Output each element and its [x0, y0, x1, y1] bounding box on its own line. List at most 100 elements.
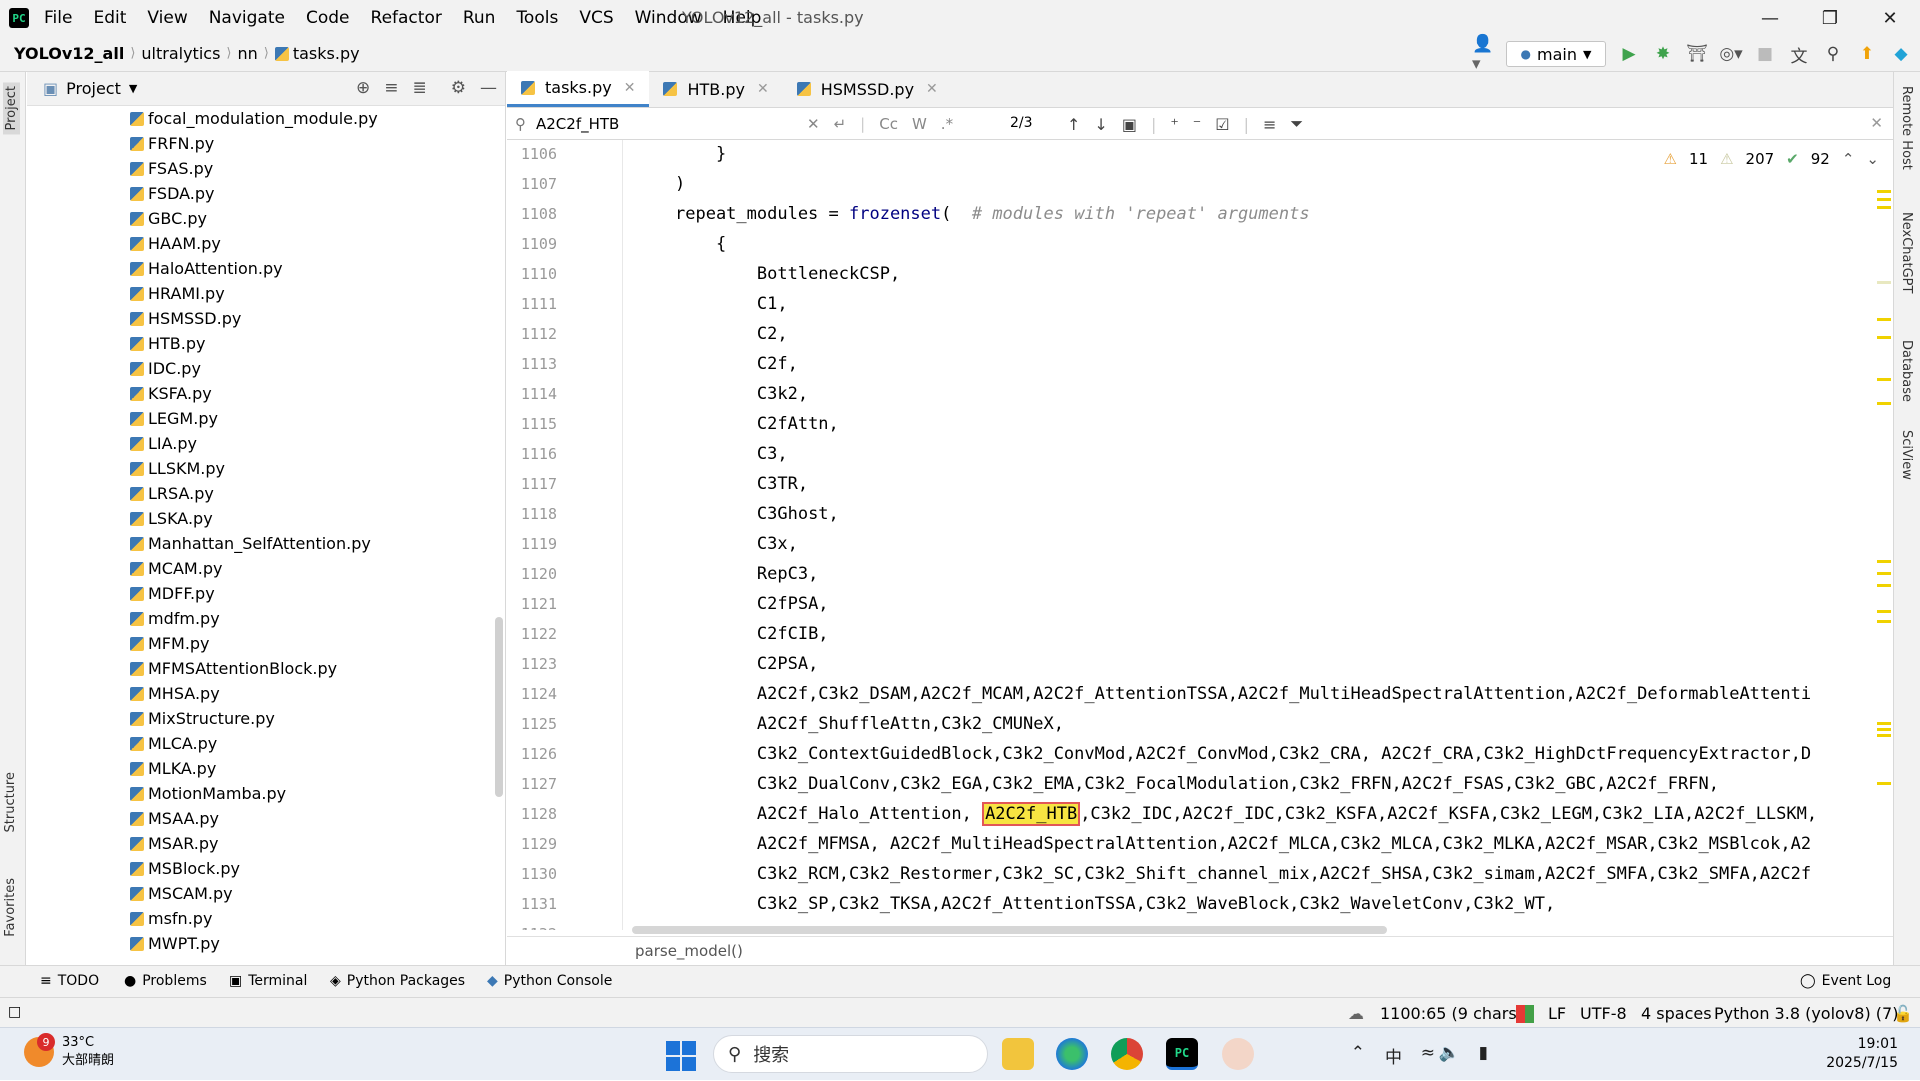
line-separator[interactable]: LF	[1548, 1004, 1566, 1023]
user-icon[interactable]: 👤▾	[1472, 34, 1494, 74]
file-item[interactable]: FSAS.py	[27, 156, 497, 181]
file-item[interactable]: MSAA.py	[27, 806, 497, 831]
tab-htb[interactable]: HTB.py ✕	[649, 71, 782, 107]
python-packages-tool-button[interactable]: ◈ Python Packages	[330, 973, 465, 989]
find-input[interactable]	[536, 115, 776, 133]
file-item[interactable]: MLKA.py	[27, 756, 497, 781]
remote-sync-icon[interactable]: ☁	[1348, 1004, 1364, 1023]
problems-tool-button[interactable]: ● Problems	[124, 973, 207, 989]
breadcrumb-file[interactable]: tasks.py	[274, 44, 360, 63]
database-tool-tab[interactable]: Database	[1899, 340, 1914, 402]
chevron-up-icon[interactable]: ⌃	[1351, 1043, 1365, 1063]
indent-setting[interactable]: 4 spaces	[1641, 1004, 1712, 1023]
warning-mark[interactable]	[1877, 206, 1891, 209]
menu-code[interactable]: Code	[306, 8, 350, 28]
coverage-icon[interactable]: ⛩	[1686, 43, 1708, 65]
close-icon[interactable]: ✕	[624, 80, 636, 96]
expand-all-icon[interactable]: ≡	[384, 78, 398, 98]
warning-mark[interactable]	[1877, 722, 1891, 725]
warning-mark[interactable]	[1877, 281, 1891, 284]
volume-icon[interactable]: 🔈	[1439, 1043, 1460, 1063]
todo-tool-button[interactable]: ≡ TODO	[40, 973, 99, 989]
file-item[interactable]: FSDA.py	[27, 181, 497, 206]
select-all-occurrences-icon[interactable]: ☑	[1215, 115, 1229, 134]
run-config-select[interactable]: ● main ▼	[1506, 41, 1606, 67]
close-icon[interactable]: ✕	[926, 81, 938, 97]
file-item[interactable]: MSBlock.py	[27, 856, 497, 881]
warning-mark[interactable]	[1877, 378, 1891, 381]
search-icon[interactable]: ⚲	[1822, 43, 1844, 65]
error-stripe[interactable]	[1875, 140, 1893, 965]
file-item[interactable]: HAAM.py	[27, 231, 497, 256]
warning-mark[interactable]	[1877, 190, 1891, 193]
arrow-up-icon[interactable]: ↑	[1067, 115, 1080, 134]
menu-tools[interactable]: Tools	[516, 8, 558, 28]
warning-mark[interactable]	[1877, 610, 1891, 613]
add-occurrence-icon[interactable]: ⁺	[1170, 115, 1178, 134]
file-item[interactable]: MLCA.py	[27, 731, 497, 756]
code-editor[interactable]: 1106 } 1107) 1108 repeat_modules = frozen…	[507, 140, 1893, 930]
file-item[interactable]: MWPT.py	[27, 931, 497, 956]
warning-mark[interactable]	[1877, 198, 1891, 201]
warning-mark[interactable]	[1877, 734, 1891, 737]
project-file-tree[interactable]: focal_modulation_module.py FRFN.py FSAS.…	[27, 106, 497, 965]
collapse-all-icon[interactable]: ≣	[413, 78, 427, 98]
file-item[interactable]: MCAM.py	[27, 556, 497, 581]
menu-vcs[interactable]: VCS	[579, 8, 613, 28]
weather-widget[interactable]: 9 33°C 大部晴朗	[24, 1033, 114, 1070]
warning-mark[interactable]	[1877, 572, 1891, 575]
breadcrumb-project[interactable]: YOLOv12_all	[14, 44, 124, 63]
python-console-tool-button[interactable]: ◆ Python Console	[487, 973, 612, 989]
caret-position[interactable]: 1100:65 (9 chars)	[1380, 1004, 1523, 1023]
project-tool-tab[interactable]: Project	[3, 82, 20, 135]
hide-panel-icon[interactable]: —	[480, 78, 497, 98]
battery-icon[interactable]: ▮	[1479, 1043, 1488, 1063]
warning-mark[interactable]	[1877, 584, 1891, 587]
ime-indicator[interactable]: 中	[1385, 1043, 1402, 1068]
breadcrumb-nn[interactable]: nn	[237, 44, 257, 63]
close-window-button[interactable]: ✕	[1860, 0, 1920, 36]
file-item[interactable]: Manhattan_SelfAttention.py	[27, 531, 497, 556]
edge-icon[interactable]	[1056, 1038, 1088, 1070]
file-item[interactable]: MFM.py	[27, 631, 497, 656]
gear-icon[interactable]: ⚙	[451, 78, 466, 98]
file-item[interactable]: GBC.py	[27, 206, 497, 231]
close-icon[interactable]: ✕	[1870, 114, 1883, 132]
interpreter-select[interactable]: Python 3.8 (yolov8) (7)	[1714, 1004, 1898, 1023]
clock[interactable]: 19:01 2025/7/15	[1826, 1035, 1898, 1073]
event-log-tool-button[interactable]: ◯ Event Log	[1800, 973, 1891, 989]
warning-mark[interactable]	[1877, 728, 1891, 731]
file-item[interactable]: HTB.py	[27, 331, 497, 356]
match-case-toggle[interactable]: Cc	[879, 115, 898, 133]
remove-occurrence-icon[interactable]: ⁻	[1193, 115, 1201, 134]
run-icon[interactable]: ▶	[1618, 43, 1640, 65]
options-icon[interactable]: ≡	[1263, 115, 1276, 134]
file-item[interactable]: HRAMI.py	[27, 281, 497, 306]
taskbar-search[interactable]: ⚲ 搜索	[713, 1035, 988, 1073]
whole-word-toggle[interactable]: W	[912, 115, 927, 133]
locate-icon[interactable]: ⊕	[356, 78, 370, 98]
project-view-select[interactable]: ▣ Project ▼	[43, 79, 137, 98]
file-item[interactable]: LIA.py	[27, 431, 497, 456]
menu-edit[interactable]: Edit	[93, 8, 126, 28]
file-item[interactable]: FRFN.py	[27, 131, 497, 156]
stop-icon[interactable]: ■	[1754, 43, 1776, 65]
file-item[interactable]: HSMSSD.py	[27, 306, 497, 331]
clear-icon[interactable]: ✕	[807, 115, 820, 133]
project-scrollbar[interactable]	[495, 617, 503, 797]
file-item[interactable]: MHSA.py	[27, 681, 497, 706]
panel-toggle-icon[interactable]: □	[8, 1004, 21, 1020]
file-item[interactable]: MDFF.py	[27, 581, 497, 606]
file-item[interactable]: LRSA.py	[27, 481, 497, 506]
file-encoding[interactable]: UTF-8	[1580, 1004, 1627, 1023]
in-selection-icon[interactable]: ▣	[1122, 115, 1137, 134]
file-item[interactable]: LSKA.py	[27, 506, 497, 531]
debug-icon[interactable]: ✸	[1652, 43, 1674, 65]
menu-run[interactable]: Run	[463, 8, 496, 28]
warning-mark[interactable]	[1877, 402, 1891, 405]
wifi-icon[interactable]: ≈	[1421, 1043, 1435, 1063]
file-item[interactable]: IDC.py	[27, 356, 497, 381]
tab-hsmssd[interactable]: HSMSSD.py ✕	[783, 71, 952, 107]
file-item[interactable]: MixStructure.py	[27, 706, 497, 731]
file-item[interactable]: KSFA.py	[27, 381, 497, 406]
